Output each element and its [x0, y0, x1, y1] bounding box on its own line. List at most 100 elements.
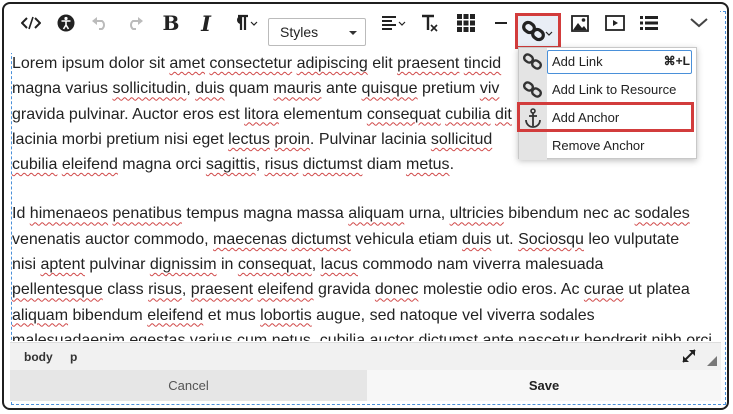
text-run: nibh — [651, 331, 682, 341]
horizontal-rule-icon[interactable] — [491, 8, 511, 38]
text-run: et mus — [203, 306, 261, 324]
chevron-down-icon[interactable] — [688, 8, 710, 38]
misspelled-word: cubilia — [12, 156, 58, 174]
misspelled-word: pellentesque — [12, 281, 103, 299]
text-run: ante — [321, 80, 362, 98]
misspelled-word: sodales — [634, 205, 690, 223]
text-run: diam — [362, 156, 406, 174]
text-run: varius cum — [185, 331, 272, 341]
misspelled-word: malesuada — [12, 331, 91, 341]
misspelled-word: eleifend — [257, 281, 314, 299]
redo-icon[interactable] — [124, 8, 146, 38]
text-run: molestie odio eros. Ac — [418, 281, 584, 299]
misspelled-word: donec — [374, 281, 419, 299]
text-run: ut. — [491, 230, 519, 248]
cancel-button[interactable]: Cancel — [10, 370, 367, 401]
misspelled-word: aliquam — [12, 306, 69, 324]
accessibility-icon[interactable] — [54, 8, 78, 38]
menu-item-remove-anchor[interactable]: Remove Anchor — [519, 132, 696, 160]
text-run: , — [310, 331, 320, 341]
menu-item-add-link-to-resource[interactable]: Add Link to Resource — [519, 76, 696, 104]
save-button[interactable]: Save — [367, 370, 721, 401]
undo-icon[interactable] — [89, 8, 111, 38]
misspelled-word: cubilia — [445, 105, 491, 123]
text-run: Lorem ipsum dolor sit — [12, 55, 170, 72]
misspelled-word: consequat — [366, 105, 441, 123]
text-run: , — [186, 80, 196, 98]
text-run: . Pulvinar lacinia — [309, 130, 431, 148]
misspelled-word: eleifend — [147, 306, 204, 324]
misspelled-word: sollicitudin — [112, 80, 187, 98]
styles-dropdown-label: Styles — [280, 24, 319, 40]
misspelled-word: consectetur — [209, 55, 293, 72]
misspelled-word: aptent — [40, 256, 85, 274]
misspelled-word: sollicitud — [430, 130, 493, 148]
misspelled-word: duis — [195, 80, 225, 98]
misspelled-word: aliquam — [348, 205, 405, 223]
misspelled-word: metus — [405, 156, 450, 174]
list-icon[interactable] — [638, 8, 660, 38]
text-run: gravida pulvinar. Auctor eros est — [12, 105, 245, 123]
misspelled-word: lobortis — [260, 306, 312, 324]
text-run: ut platea — [623, 281, 690, 299]
resize-handle-icon[interactable] — [707, 356, 717, 366]
link-icon — [519, 48, 547, 76]
text-run: auctor — [365, 331, 419, 341]
menu-item-label: Add Link — [552, 54, 603, 69]
table-icon[interactable] — [455, 8, 477, 38]
text-run: . — [449, 156, 455, 174]
misspelled-word: mauris — [273, 80, 322, 98]
text-run: , — [181, 281, 191, 299]
misspelled-word: dictumst — [302, 156, 363, 174]
paragraph-icon[interactable] — [230, 8, 260, 38]
text-run: elementum — [278, 105, 367, 123]
media-icon[interactable] — [604, 8, 626, 38]
misspelled-word: dictumst — [291, 230, 351, 248]
misspelled-word: quisque — [361, 80, 418, 98]
path-item-p[interactable]: p — [70, 350, 77, 364]
dialog-footer: Cancel Save — [10, 370, 721, 401]
misspelled-word: risus — [264, 156, 299, 174]
text-run: enim — [90, 331, 130, 341]
link-button[interactable] — [515, 13, 561, 49]
chevron-down-icon — [349, 31, 357, 35]
fullscreen-icon[interactable] — [681, 348, 697, 367]
bold-icon[interactable]: B — [160, 8, 182, 38]
italic-icon[interactable]: I — [195, 8, 217, 38]
image-icon[interactable] — [569, 8, 591, 38]
misspelled-word: praesent — [190, 281, 254, 299]
misspelled-word: consequat — [237, 256, 312, 274]
misspelled-word: tincid — [463, 55, 502, 72]
text-run: magna varius — [12, 80, 113, 98]
misspelled-word: adipiscing — [296, 55, 368, 72]
content-paragraph[interactable]: Id himenaeos penatibus tempus magna mass… — [10, 201, 720, 341]
misspelled-word: hendrerit — [583, 331, 648, 341]
misspelled-word: praesent — [397, 55, 460, 72]
misspelled-word: cubilia — [319, 331, 366, 341]
misspelled-word: himenaeos — [29, 205, 109, 223]
menu-item-label: Remove Anchor — [552, 138, 645, 153]
styles-dropdown[interactable]: Styles — [268, 18, 366, 46]
misspelled-word: penatibus — [112, 205, 182, 223]
align-icon[interactable] — [380, 8, 408, 38]
text-run: , — [255, 156, 265, 174]
misspelled-word: Sociosqu — [518, 230, 584, 248]
status-bar: body p — [10, 342, 721, 370]
text-run: ante — [478, 331, 519, 341]
text-run: gravida — [313, 281, 375, 299]
misspelled-word: litora — [244, 105, 279, 123]
misspelled-word: sagittis — [205, 156, 256, 174]
misspelled-word: egestas — [129, 331, 186, 341]
text-run: bibendum — [68, 306, 148, 324]
text-run: commodo nam viverra malesuada — [357, 256, 604, 274]
add-anchor-highlight — [517, 102, 694, 132]
menu-item-add-link[interactable]: Add Link ⌘+L — [519, 48, 696, 76]
text-run: tempus magna massa — [181, 205, 349, 223]
text-run: in — [216, 256, 238, 274]
misspelled-word: dictumst — [418, 331, 479, 341]
source-code-icon[interactable] — [18, 8, 44, 38]
menu-item-shortcut: ⌘+L — [663, 54, 690, 68]
path-item-body[interactable]: body — [24, 350, 53, 364]
clear-format-icon[interactable] — [418, 8, 442, 38]
text-run: Id — [12, 205, 30, 223]
